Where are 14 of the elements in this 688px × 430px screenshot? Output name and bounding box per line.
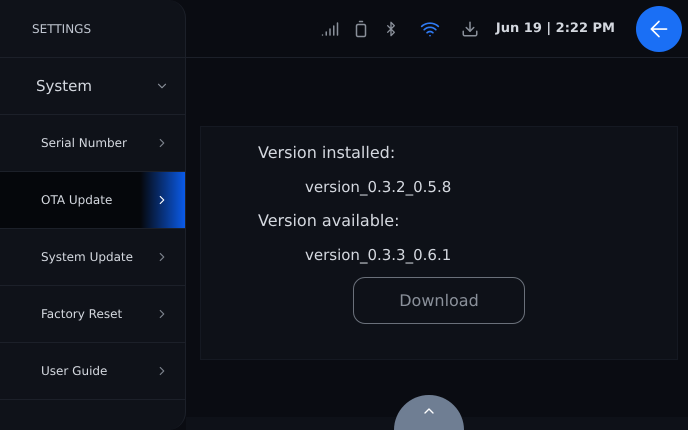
drawer-title: SETTINGS [32,20,92,38]
sidebar-item[interactable]: User Guide [0,343,185,400]
signal-icon [320,20,339,38]
download-icon [460,20,479,38]
installed-label: Version installed: [258,142,396,164]
available-label: Version available: [258,210,401,232]
sidebar-item[interactable]: System Update [0,229,185,286]
back-button[interactable] [636,6,682,52]
system-group-header[interactable]: System [0,58,185,115]
sidebar-item[interactable]: Factory Reset [0,286,185,343]
date-time: Jun 19 | 2:22 PM [496,20,615,38]
sidebar-item[interactable]: OTA Update [0,172,185,229]
available-version: version_0.3.3_0.6.1 [304,245,452,266]
installed-version: version_0.3.2_0.5.8 [304,177,452,198]
